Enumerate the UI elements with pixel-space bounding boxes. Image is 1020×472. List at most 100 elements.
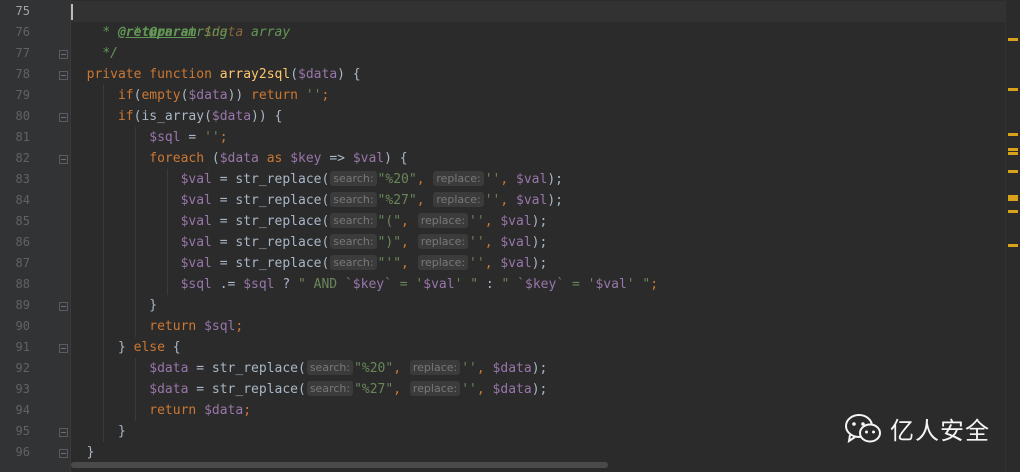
builtin-function: str_replace xyxy=(235,235,322,250)
code-line-90[interactable]: return $sql; xyxy=(71,316,243,337)
code-line-79[interactable]: if(empty($data)) return ''; xyxy=(71,85,329,106)
warning-marker[interactable] xyxy=(1008,88,1018,91)
fold-marker-icon[interactable] xyxy=(59,113,68,122)
code-line-76[interactable]: * @return string xyxy=(71,22,228,43)
string-literal: "%20" xyxy=(377,172,417,187)
doc-comment-text: string xyxy=(172,25,228,40)
builtin-function: str_replace xyxy=(211,382,298,397)
string-literal: ' " xyxy=(454,277,479,292)
variable: $val xyxy=(180,256,212,271)
line-number: 96 xyxy=(15,445,30,459)
fold-marker-icon[interactable] xyxy=(59,71,68,80)
parameter-hint: replace: xyxy=(409,381,461,396)
punctuation: )) xyxy=(227,88,252,103)
line-number-gutter[interactable]: 75 76 77 78 79 80 81 82 83 84 85 86 87 8… xyxy=(0,0,71,472)
string-literal: "%27" xyxy=(354,382,394,397)
string-literal: "%27" xyxy=(377,193,417,208)
watermark: 亿人安全 xyxy=(844,411,990,446)
horizontal-scrollbar[interactable] xyxy=(71,462,608,468)
string-literal: "(" xyxy=(377,214,402,229)
warning-marker[interactable] xyxy=(1008,170,1018,173)
line-number: 91 xyxy=(15,340,30,354)
variable: $val xyxy=(423,277,455,292)
code-line-75[interactable]: * @param $data array xyxy=(71,1,1006,40)
code-line-82[interactable]: foreach ($data as $key => $val) { xyxy=(71,148,407,169)
parameter-hint: replace: xyxy=(433,171,484,186)
variable: $data xyxy=(188,88,228,103)
string-literal: ")" xyxy=(377,235,402,250)
keyword: foreach xyxy=(149,151,205,166)
variable: $key xyxy=(525,277,557,292)
warning-marker[interactable] xyxy=(1008,38,1018,41)
warning-marker[interactable] xyxy=(1008,198,1018,201)
warning-marker[interactable] xyxy=(1008,210,1018,213)
line-number: 89 xyxy=(15,298,30,312)
code-line-89[interactable]: } xyxy=(71,295,157,316)
fold-marker-icon[interactable] xyxy=(59,449,68,458)
parameter-hint: replace: xyxy=(417,255,469,270)
variable: $data xyxy=(492,361,532,376)
code-line-96[interactable]: } xyxy=(71,442,95,463)
code-line-84[interactable]: $val = str_replace(search: "%27", replace… xyxy=(71,190,563,211)
code-line-92[interactable]: $data = str_replace(search: "%20", replac… xyxy=(71,358,547,379)
code-line-77[interactable]: */ xyxy=(71,43,118,64)
parameter-hint: replace: xyxy=(433,192,484,207)
code-line-88[interactable]: $sql .= $sql ? " AND `$key` = '$val' " :… xyxy=(71,274,659,295)
doc-comment-star: * xyxy=(102,25,118,40)
punctuation: , xyxy=(484,214,501,229)
variable: $sql xyxy=(149,130,181,145)
operator: = xyxy=(211,193,236,208)
code-line-80[interactable]: if(is_array($data)) { xyxy=(71,106,282,127)
keyword: else xyxy=(133,340,165,355)
punctuation: ( xyxy=(298,361,306,376)
parameter-hint: search: xyxy=(306,360,354,375)
code-line-93[interactable]: $data = str_replace(search: "%27", replac… xyxy=(71,379,547,400)
variable: $sql xyxy=(243,277,275,292)
punctuation: { xyxy=(164,340,181,355)
text-caret xyxy=(71,4,73,20)
code-line-95[interactable]: } xyxy=(71,421,126,442)
code-editor[interactable]: * @param $data array * @return string */… xyxy=(71,0,1006,472)
code-line-85[interactable]: $val = str_replace(search: "(", replace: '… xyxy=(71,211,547,232)
code-line-81[interactable]: $sql = ''; xyxy=(71,127,227,148)
warning-marker[interactable] xyxy=(1008,133,1018,136)
vertical-scrollbar[interactable] xyxy=(1005,0,1020,472)
punctuation: , xyxy=(401,214,417,229)
fold-marker-icon[interactable] xyxy=(59,302,68,311)
punctuation: ( xyxy=(321,193,330,208)
keyword: return xyxy=(149,403,197,418)
variable: $data xyxy=(492,382,532,397)
string-literal: '' xyxy=(204,130,220,145)
code-line-78[interactable]: private function array2sql($data) { xyxy=(71,64,361,85)
punctuation: , xyxy=(393,361,409,376)
builtin-function: str_replace xyxy=(235,172,322,187)
variable: $key xyxy=(290,151,322,166)
code-line-86[interactable]: $val = str_replace(search: ")", replace: '… xyxy=(71,232,547,253)
fold-marker-icon[interactable] xyxy=(59,344,68,353)
fold-marker-icon[interactable] xyxy=(59,50,68,59)
variable: $data xyxy=(211,109,252,124)
code-line-83[interactable]: $val = str_replace(search: "%20", replace… xyxy=(71,169,563,190)
punctuation: ); xyxy=(531,382,548,397)
code-line-94[interactable]: return $data; xyxy=(71,400,251,421)
code-line-91[interactable]: } else { xyxy=(71,337,181,358)
warning-marker[interactable] xyxy=(1008,244,1018,247)
variable: $data xyxy=(204,403,244,418)
operator: = xyxy=(211,172,236,187)
parameter-hint: search: xyxy=(330,171,377,186)
warning-marker[interactable] xyxy=(1008,152,1018,155)
keyword: function xyxy=(149,67,212,82)
punctuation: ( xyxy=(321,172,330,187)
keyword: private xyxy=(86,67,142,82)
punctuation: ( xyxy=(298,382,306,397)
keyword: as xyxy=(266,151,283,166)
builtin-function: str_replace xyxy=(235,214,322,229)
variable: $data xyxy=(149,361,189,376)
variable: $data xyxy=(298,67,338,82)
code-line-87[interactable]: $val = str_replace(search: "'", replace: '… xyxy=(71,253,547,274)
fold-marker-icon[interactable] xyxy=(59,428,68,437)
fold-marker-icon[interactable] xyxy=(59,155,68,164)
warning-marker[interactable] xyxy=(1008,148,1018,151)
